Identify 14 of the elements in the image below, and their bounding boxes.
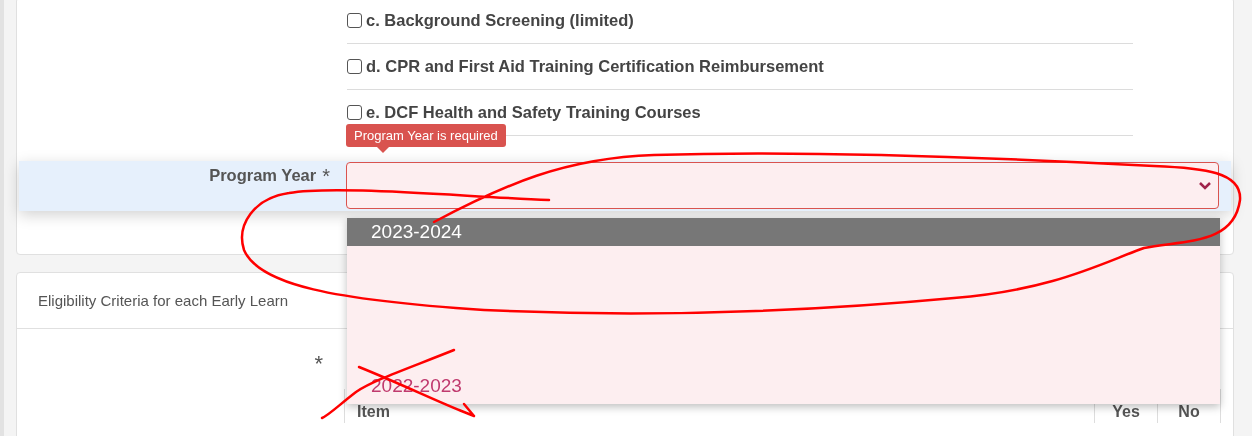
checkbox[interactable]: [347, 13, 362, 28]
checkbox-label: e. DCF Health and Safety Training Courses: [366, 103, 701, 122]
required-mark: *: [322, 166, 330, 186]
field-label: Program Year: [209, 166, 317, 186]
checkbox[interactable]: [347, 59, 362, 74]
program-year-select[interactable]: [346, 162, 1219, 209]
checkbox-label: d. CPR and First Aid Training Certification Reimbursement: [366, 57, 824, 76]
required-mark: *: [313, 351, 323, 377]
section-header: Eligibility Criteria for each Early Learn: [38, 292, 289, 309]
tooltip-pointer-icon: [377, 147, 389, 153]
checkbox[interactable]: [347, 105, 362, 120]
chevron-down-icon: [1198, 180, 1212, 191]
dropdown-option[interactable]: 2023-2024: [347, 218, 1220, 246]
checkbox-label: c. Background Screening (limited): [366, 11, 634, 30]
